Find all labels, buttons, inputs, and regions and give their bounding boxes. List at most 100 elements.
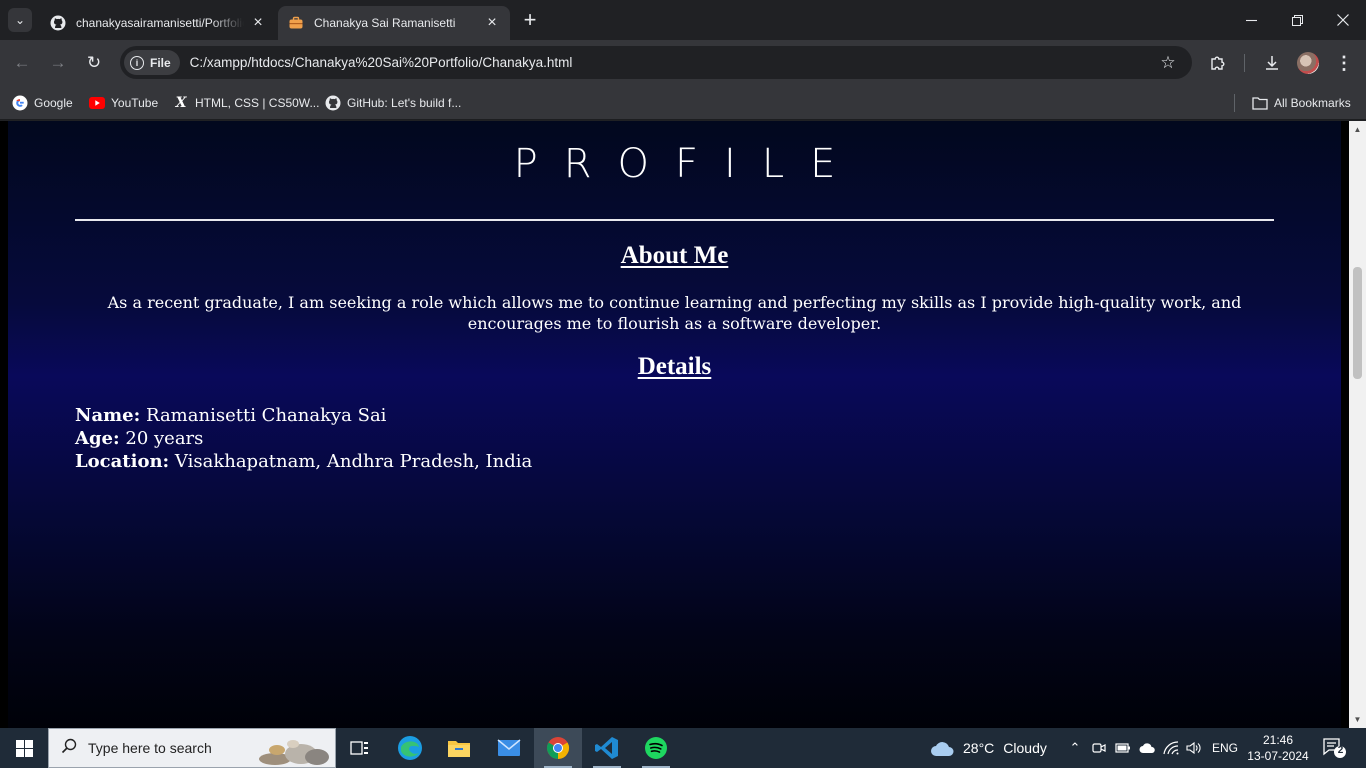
search-placeholder: Type here to search <box>88 740 212 756</box>
taskbar-mail[interactable] <box>485 728 533 768</box>
puzzle-icon <box>1211 56 1225 70</box>
windows-icon <box>15 739 33 757</box>
about-heading: About Me <box>620 242 729 269</box>
tab-strip: ⌄ chanakyasairamanisetti/Portfolio × Cha… <box>0 0 1366 40</box>
details-list: Name: Ramanisetti Chanakya Sai Age: 20 y… <box>75 404 532 473</box>
page-viewport: PROFILE About Me As a recent graduate, I… <box>0 121 1366 728</box>
meet-now-icon[interactable] <box>1090 739 1108 757</box>
taskbar-chrome[interactable] <box>534 728 582 768</box>
close-icon[interactable]: × <box>250 15 266 31</box>
bookmark-cs50w[interactable]: X HTML, CSS | CS50W... <box>173 93 320 113</box>
taskbar-search[interactable]: Type here to search <box>48 728 336 768</box>
url-text[interactable]: C:/xampp/htdocs/Chanakya%20Sai%20Portfol… <box>190 55 1154 70</box>
weather-widget[interactable]: 28°C Cloudy <box>930 728 1047 768</box>
clock-time: 21:46 <box>1262 733 1294 747</box>
detail-value: 20 years <box>119 428 204 449</box>
bookmarks-bar: Google YouTube X HTML, CSS | CS50W... Gi… <box>0 86 1366 120</box>
address-bar[interactable]: i File C:/xampp/htdocs/Chanakya%20Sai%20… <box>120 46 1192 79</box>
site-info-chip[interactable]: i File <box>124 50 180 75</box>
reload-button[interactable]: ↻ <box>81 50 107 76</box>
onedrive-cloud-icon[interactable] <box>1138 739 1156 757</box>
bookmark-label: GitHub: Let's build f... <box>347 96 462 110</box>
info-icon: i <box>130 55 144 70</box>
bookmarks-separator <box>1234 94 1235 112</box>
task-view-icon <box>350 741 368 755</box>
site-info-label: File <box>150 55 171 70</box>
briefcase-icon <box>288 15 304 31</box>
volume-icon[interactable] <box>1185 739 1203 757</box>
google-icon <box>12 95 28 111</box>
chrome-menu-button[interactable]: ⋮ <box>1331 50 1357 76</box>
edge-icon <box>398 736 422 760</box>
taskbar-vscode[interactable] <box>583 728 631 768</box>
new-tab-button[interactable]: + <box>518 9 542 33</box>
bookmark-youtube[interactable]: YouTube <box>89 93 158 113</box>
scroll-up-icon[interactable]: ▲ <box>1349 121 1366 138</box>
toolbar-separator <box>1244 54 1245 72</box>
vertical-scrollbar[interactable]: ▲ ▼ <box>1349 121 1366 728</box>
tab-github-portfolio[interactable]: chanakyasairamanisetti/Portfolio × <box>40 6 276 40</box>
battery-icon[interactable] <box>1114 739 1132 757</box>
vscode-icon <box>595 737 618 759</box>
search-icon <box>61 738 79 759</box>
detail-age: Age: 20 years <box>75 427 532 450</box>
tab-chanakya-profile[interactable]: Chanakya Sai Ramanisetti × <box>278 6 510 40</box>
chevron-down-icon: ⌄ <box>14 13 26 27</box>
tab-search-button[interactable]: ⌄ <box>8 8 32 32</box>
start-button[interactable] <box>0 728 48 768</box>
detail-value: Ramanisetti Chanakya Sai <box>140 405 387 426</box>
weather-temp: 28°C <box>963 740 995 756</box>
bookmark-google[interactable]: Google <box>12 93 73 113</box>
bookmark-label: HTML, CSS | CS50W... <box>195 96 320 110</box>
divider <box>75 219 1274 221</box>
detail-location: Location: Visakhapatnam, Andhra Pradesh,… <box>75 450 532 473</box>
weather-condition: Cloudy <box>1003 740 1047 756</box>
detail-label: Name: <box>75 405 141 426</box>
taskbar-edge[interactable] <box>386 728 434 768</box>
taskbar-file-explorer[interactable] <box>435 728 483 768</box>
github-icon <box>325 95 341 111</box>
downloads-button[interactable] <box>1259 50 1285 76</box>
tab-title: chanakyasairamanisetti/Portfolio <box>76 16 244 30</box>
close-icon[interactable]: × <box>484 15 500 31</box>
notification-center-button[interactable]: 2 <box>1322 737 1346 759</box>
clock[interactable]: 21:46 13-07-2024 <box>1238 732 1318 764</box>
show-hidden-icons-chevron-icon[interactable]: ⌃ <box>1066 739 1084 757</box>
chrome-icon <box>547 737 569 759</box>
arrow-left-icon: ← <box>13 53 31 72</box>
detail-label: Age: <box>75 428 120 449</box>
bookmark-github[interactable]: GitHub: Let's build f... <box>325 93 461 113</box>
bookmark-star-icon[interactable]: ☆ <box>1154 53 1182 73</box>
arrow-right-icon: → <box>49 53 67 72</box>
kebab-menu-icon: ⋮ <box>1335 52 1353 73</box>
spotify-icon <box>645 737 667 759</box>
wifi-icon[interactable] <box>1162 739 1180 757</box>
language-indicator[interactable]: ENG <box>1212 728 1238 768</box>
detail-name: Name: Ramanisetti Chanakya Sai <box>75 404 532 427</box>
profile-avatar-button[interactable] <box>1295 50 1321 76</box>
taskbar-spotify[interactable] <box>632 728 680 768</box>
notification-count: 2 <box>1337 745 1344 756</box>
all-bookmarks-button[interactable]: All Bookmarks <box>1252 93 1351 113</box>
clock-date: 13-07-2024 <box>1247 749 1309 763</box>
detail-label: Location: <box>75 451 170 472</box>
cloud-icon <box>931 742 954 756</box>
reload-icon: ↻ <box>86 53 102 72</box>
minimize-button[interactable] <box>1228 0 1274 40</box>
search-highlight-image <box>259 740 329 765</box>
restore-button[interactable] <box>1274 0 1320 40</box>
browser-toolbar: ← → ↻ i File C:/xampp/htdocs/Chanakya%20… <box>0 40 1366 86</box>
back-button[interactable]: ← <box>9 50 35 76</box>
details-heading: Details <box>637 353 712 380</box>
task-view-button[interactable] <box>336 728 384 768</box>
about-paragraph: As a recent graduate, I am seeking a rol… <box>107 293 1242 333</box>
close-window-button[interactable] <box>1320 0 1366 40</box>
forward-button[interactable]: → <box>45 50 71 76</box>
all-bookmarks-label: All Bookmarks <box>1274 96 1351 110</box>
windows-taskbar: Type here to search 28°C Cloudy ⌃ ENG 21… <box>0 728 1366 768</box>
scroll-down-icon[interactable]: ▼ <box>1349 711 1366 728</box>
download-icon <box>1266 56 1278 70</box>
extensions-button[interactable] <box>1205 50 1231 76</box>
folder-icon <box>1252 95 1268 111</box>
scrollbar-thumb[interactable] <box>1353 267 1362 379</box>
